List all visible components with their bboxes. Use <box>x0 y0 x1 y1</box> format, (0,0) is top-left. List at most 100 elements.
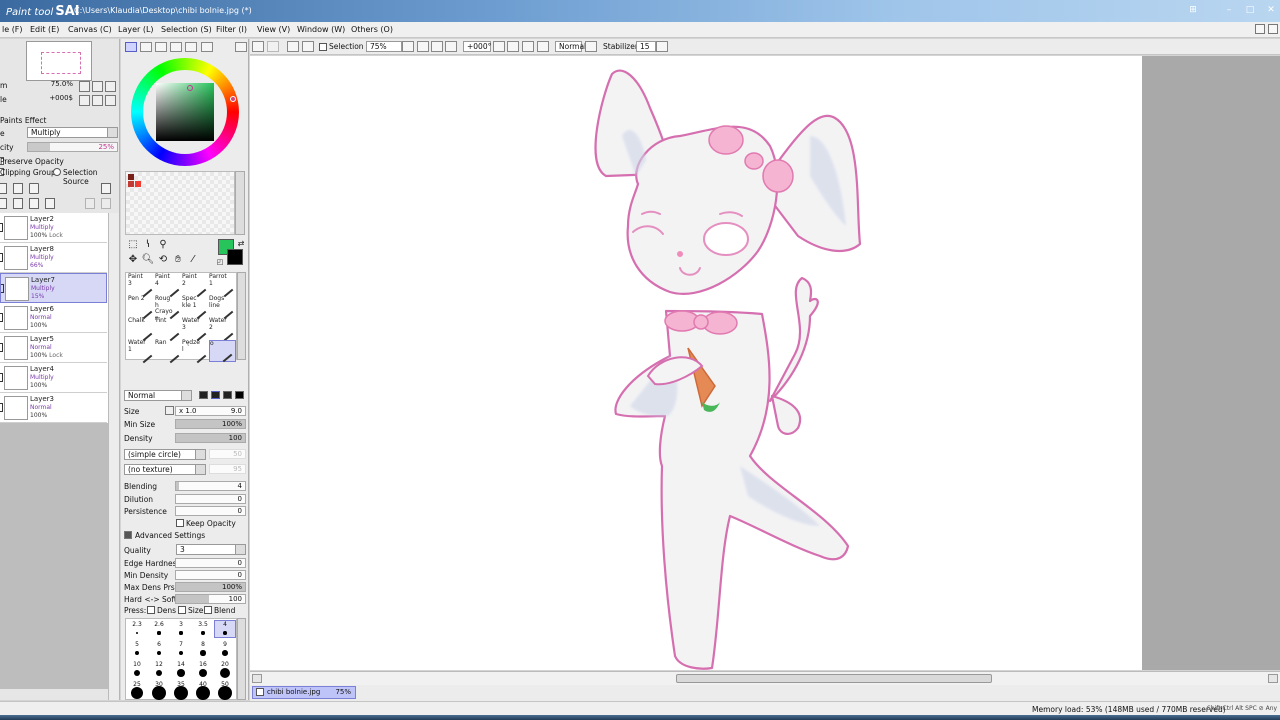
intermediate-color-tab[interactable] <box>170 42 182 52</box>
zoom-reset-button[interactable] <box>105 81 116 92</box>
delete-layer-icon[interactable] <box>45 198 55 209</box>
swap-colors-icon[interactable]: ⇄ <box>234 238 248 250</box>
brush-tool[interactable]: Parrot 1 <box>209 273 236 298</box>
brush-size-dot[interactable] <box>218 686 232 700</box>
zoom-slider[interactable]: 75.0% <box>4 80 76 90</box>
layer-row[interactable]: Layer4 Multiply 100% <box>0 363 107 393</box>
brush-tool[interactable]: Paint 2 <box>182 273 209 298</box>
flip-horizontal-icon[interactable] <box>537 41 549 52</box>
saturation-marker[interactable] <box>187 85 193 91</box>
visibility-eye-icon[interactable] <box>0 373 3 382</box>
density-slider[interactable]: 100 <box>175 433 246 443</box>
close-icon[interactable]: ✕ <box>1264 4 1278 16</box>
brush-tool[interactable]: o <box>209 340 236 363</box>
size-multiplier-button[interactable] <box>165 406 174 415</box>
delete-mask-icon[interactable] <box>101 198 111 209</box>
merge-down-icon[interactable] <box>13 198 23 209</box>
brush-size-dot[interactable] <box>223 631 227 635</box>
hsv-slider-tab[interactable] <box>155 42 167 52</box>
brush-tool[interactable]: Pędzel <box>182 339 209 364</box>
swatch-scrollbar[interactable] <box>235 171 245 235</box>
brush-shape-select[interactable]: (simple circle) <box>124 449 206 460</box>
deselect-icon[interactable] <box>287 41 299 52</box>
stabilizer-dropdown-icon[interactable] <box>656 41 668 52</box>
brush-tool[interactable]: Tint <box>155 317 182 342</box>
press-blend-checkbox[interactable] <box>204 606 212 614</box>
layer-row[interactable]: Layer5 Normal 100% Lock <box>0 333 107 363</box>
stabilizer-field[interactable]: 15 <box>636 41 656 52</box>
menu-window[interactable]: Window (W) <box>297 25 345 34</box>
menu-canvas[interactable]: Canvas (C) <box>68 25 112 34</box>
brush-shape-hard-icon[interactable] <box>223 391 232 399</box>
selection-source-radio[interactable] <box>53 168 61 176</box>
zoom-field[interactable]: 75% <box>366 41 402 52</box>
brush-size-dot[interactable] <box>200 650 206 656</box>
layer-mode-select[interactable]: Multiply <box>27 127 118 138</box>
brush-grid-scrollbar[interactable] <box>237 272 246 360</box>
brush-size-dot[interactable] <box>131 687 143 699</box>
invert-selection-icon[interactable] <box>302 41 314 52</box>
brush-size-dot[interactable] <box>198 668 208 678</box>
brush-tool[interactable]: Rough Crayon <box>155 295 182 321</box>
panel-options-icon[interactable] <box>235 42 247 52</box>
redo-icon[interactable] <box>267 41 279 52</box>
file-tab[interactable]: chibi bolnie.jpg 75% <box>252 686 356 699</box>
background-color[interactable] <box>227 249 243 265</box>
navigator-viewport[interactable] <box>41 52 81 74</box>
hue-marker[interactable] <box>230 96 236 102</box>
zoom-icon[interactable]: 🔍︎ <box>141 254 155 266</box>
canvas-horizontal-scrollbar[interactable] <box>250 671 1280 685</box>
brush-size-dot[interactable] <box>174 686 188 700</box>
swatch[interactable] <box>128 181 134 187</box>
visibility-eye-icon[interactable] <box>0 403 3 412</box>
marquee-icon[interactable]: ⬚ <box>126 239 140 251</box>
lasso-icon[interactable]: ꝇ <box>141 239 155 251</box>
swatches-tab[interactable] <box>185 42 197 52</box>
menu-file[interactable]: le (F) <box>2 25 23 34</box>
blending-slider[interactable]: 4 <box>175 481 246 491</box>
brush-tool[interactable]: Water 3 <box>182 317 209 342</box>
scroll-left-icon[interactable] <box>252 674 262 683</box>
transfer-down-icon[interactable] <box>0 198 7 209</box>
rotate-right-button[interactable] <box>92 95 103 106</box>
brush-size-dot[interactable] <box>201 631 205 635</box>
quality-select[interactable]: 3 <box>176 544 246 555</box>
brush-shape-medium-icon[interactable] <box>211 391 220 399</box>
brush-size-dot[interactable] <box>152 686 166 700</box>
eyedropper-icon[interactable]: ⁄ <box>186 254 200 266</box>
advanced-settings-toggle[interactable] <box>124 531 132 539</box>
layer-settings-icon[interactable] <box>101 183 111 194</box>
brush-tool[interactable]: Pen 2 <box>128 295 155 320</box>
max-dens-prs-slider[interactable]: 100% <box>175 582 246 592</box>
minimize-icon[interactable]: – <box>1222 4 1236 16</box>
brush-size-dot[interactable] <box>222 650 228 656</box>
rotate-ccw-icon[interactable] <box>493 41 505 52</box>
layer-row[interactable]: Layer7 Multiply 15% <box>0 273 107 303</box>
blend-mode-field[interactable]: Normal <box>555 41 586 52</box>
visibility-eye-icon[interactable] <box>1 284 4 293</box>
transparent-color-icon[interactable]: ◰ <box>213 256 227 268</box>
new-linework-layer-icon[interactable] <box>13 183 23 194</box>
brush-tool[interactable]: Chalk <box>128 317 155 342</box>
menu-edit[interactable]: Edit (E) <box>30 25 59 34</box>
color-wheel-tab[interactable] <box>125 42 137 52</box>
layer-list-scrollbar[interactable] <box>108 213 119 700</box>
hard-soft-slider[interactable]: 100 <box>175 594 246 604</box>
brush-size-dot[interactable] <box>177 669 185 677</box>
mdi-restore-icon[interactable] <box>1255 24 1265 34</box>
layer-opacity-slider[interactable]: 25% <box>27 142 118 152</box>
brush-size-dot[interactable] <box>220 668 230 678</box>
move-icon[interactable]: ✥ <box>126 254 140 266</box>
brush-size-dot[interactable] <box>155 669 163 677</box>
mdi-close-icon[interactable] <box>1268 24 1278 34</box>
size-slider[interactable]: x 1.0 9.0 <box>175 406 246 416</box>
brush-tool[interactable]: Water 1 <box>128 339 155 364</box>
new-folder-icon[interactable] <box>29 183 39 194</box>
rotate-cw-icon[interactable] <box>507 41 519 52</box>
shape-strength-slider[interactable]: 50 <box>209 449 246 459</box>
brush-mode-select[interactable]: Normal <box>124 390 192 401</box>
zoom-dropdown-icon[interactable] <box>402 41 414 52</box>
brush-size-dot[interactable] <box>156 650 162 656</box>
persistence-slider[interactable]: 0 <box>175 506 246 516</box>
visibility-eye-icon[interactable] <box>0 223 3 232</box>
